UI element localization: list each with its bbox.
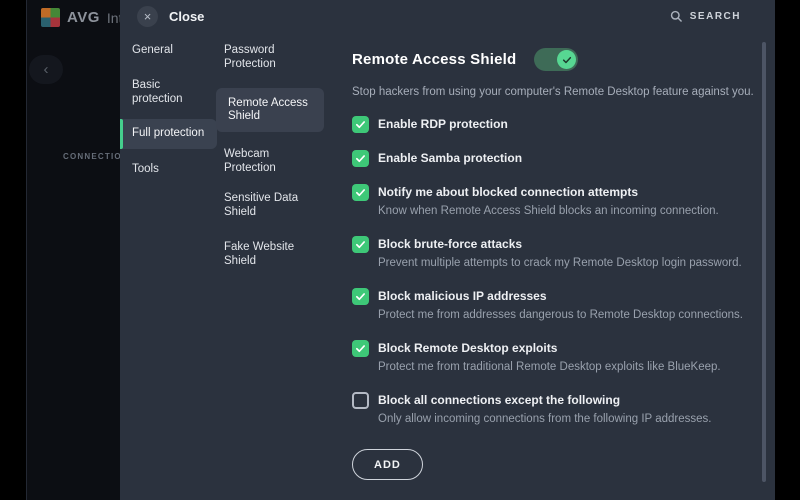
setting-label: Block malicious IP addresses: [378, 288, 743, 305]
sidebar-primary-item-label: Full protection: [132, 127, 204, 141]
chevron-left-icon: ‹: [44, 62, 49, 77]
title-row: Remote Access Shield: [352, 48, 578, 71]
checkbox[interactable]: [352, 288, 369, 305]
settings-panel: × Close SEARCH General Basic protection …: [120, 0, 775, 500]
check-icon: [355, 239, 366, 250]
checkbox[interactable]: [352, 392, 369, 409]
setting-description: Know when Remote Access Shield blocks an…: [378, 204, 719, 219]
setting-description: Only allow incoming connections from the…: [378, 412, 711, 427]
setting-row: Block all connections except the followi…: [352, 392, 752, 427]
sidebar-primary-item[interactable]: Basic protection: [120, 79, 217, 106]
setting-text: Block Remote Desktop exploits Protect me…: [378, 340, 721, 375]
back-button[interactable]: ‹: [29, 55, 63, 84]
checkbox[interactable]: [352, 236, 369, 253]
setting-description: Protect me from addresses dangerous to R…: [378, 308, 743, 323]
sidebar-primary-item-label: General: [132, 44, 210, 58]
sidebar-secondary-item[interactable]: Webcam Protection: [216, 148, 324, 175]
sidebar-secondary-item-label: Webcam Protection: [224, 148, 316, 175]
setting-text: Enable RDP protection: [378, 116, 508, 133]
setting-row: Enable RDP protection: [352, 116, 752, 133]
setting-description: Prevent multiple attempts to crack my Re…: [378, 256, 742, 271]
setting-row: Block malicious IP addresses Protect me …: [352, 288, 752, 323]
sidebar-secondary-item-label: Fake Website Shield: [224, 241, 316, 268]
close-icon[interactable]: ×: [137, 6, 158, 27]
setting-text: Block malicious IP addresses Protect me …: [378, 288, 743, 323]
page-subtitle: Stop hackers from using your computer's …: [352, 86, 754, 98]
sidebar-secondary-item[interactable]: Fake Website Shield: [216, 241, 324, 268]
app-brand: AVG Inte: [41, 8, 130, 27]
setting-text: Block all connections except the followi…: [378, 392, 711, 427]
setting-description: Protect me from traditional Remote Deskt…: [378, 360, 721, 375]
scrollbar[interactable]: [762, 42, 766, 482]
avg-logo-icon: [41, 8, 60, 27]
page-title: Remote Access Shield: [352, 51, 516, 68]
sidebar-primary-item[interactable]: Tools: [120, 163, 217, 177]
sidebar-secondary-item-label: Remote Access Shield: [228, 97, 320, 124]
settings-list: Enable RDP protection Enable Samba prote…: [352, 116, 752, 427]
setting-label: Block Remote Desktop exploits: [378, 340, 721, 357]
setting-row: Enable Samba protection: [352, 150, 752, 167]
setting-label: Block all connections except the followi…: [378, 392, 711, 409]
sidebar-secondary-item-label: Password Protection: [224, 44, 316, 71]
sidebar-secondary-item-label: Sensitive Data Shield: [224, 192, 316, 219]
search-button[interactable]: SEARCH: [670, 10, 741, 23]
sidebar-primary-item[interactable]: General: [120, 44, 217, 58]
brand-name: AVG: [67, 9, 100, 26]
close-button[interactable]: × Close: [137, 6, 204, 27]
setting-text: Notify me about blocked connection attem…: [378, 184, 719, 219]
checkbox[interactable]: [352, 184, 369, 201]
setting-row: Notify me about blocked connection attem…: [352, 184, 752, 219]
search-icon: [670, 10, 683, 23]
close-label: Close: [169, 9, 204, 24]
setting-label: Block brute-force attacks: [378, 236, 742, 253]
sidebar-secondary-item[interactable]: Sensitive Data Shield: [216, 192, 324, 219]
sidebar-primary-item-label: Basic protection: [132, 79, 210, 106]
sidebar-secondary-item[interactable]: Remote Access Shield: [216, 88, 324, 132]
search-label: SEARCH: [690, 11, 741, 22]
check-icon: [562, 55, 572, 65]
sidebar-primary-item[interactable]: Full protection: [120, 119, 217, 149]
setting-label: Notify me about blocked connection attem…: [378, 184, 719, 201]
sidebar-primary-item-label: Tools: [132, 163, 210, 177]
check-icon: [355, 119, 366, 130]
setting-text: Enable Samba protection: [378, 150, 522, 167]
checkbox[interactable]: [352, 150, 369, 167]
check-icon: [355, 291, 366, 302]
check-icon: [355, 187, 366, 198]
check-icon: [355, 343, 366, 354]
setting-row: Block brute-force attacks Prevent multip…: [352, 236, 752, 271]
setting-label: Enable Samba protection: [378, 150, 522, 167]
sidebar-secondary-item[interactable]: Password Protection: [216, 44, 324, 71]
add-button[interactable]: ADD: [352, 449, 423, 480]
setting-label: Enable RDP protection: [378, 116, 508, 133]
checkbox[interactable]: [352, 340, 369, 357]
checkbox[interactable]: [352, 116, 369, 133]
toggle-knob: [557, 50, 576, 69]
remote-access-shield-toggle[interactable]: [534, 48, 578, 71]
check-icon: [355, 153, 366, 164]
setting-text: Block brute-force attacks Prevent multip…: [378, 236, 742, 271]
setting-row: Block Remote Desktop exploits Protect me…: [352, 340, 752, 375]
